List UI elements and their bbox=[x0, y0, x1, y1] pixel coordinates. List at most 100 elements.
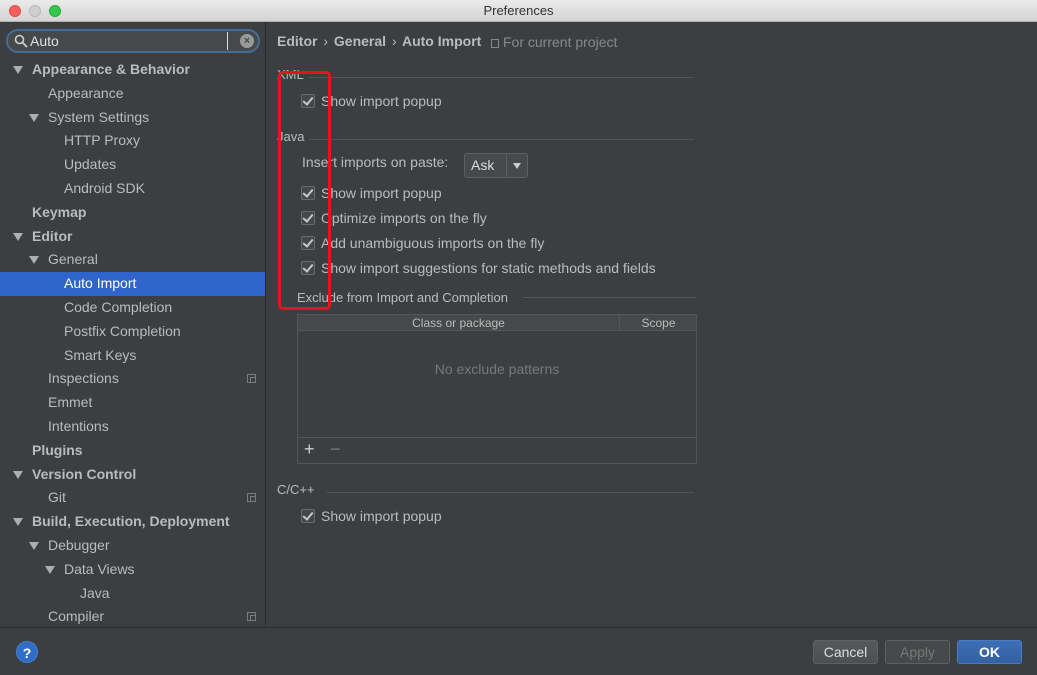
sidebar-item-editor[interactable]: Editor bbox=[0, 225, 265, 249]
table-header: Class or package Scope bbox=[298, 315, 696, 331]
sidebar-item-label: HTTP Proxy bbox=[64, 132, 140, 149]
sidebar-item-keymap[interactable]: Keymap bbox=[0, 201, 265, 225]
sidebar-item-label: Compiler bbox=[48, 608, 105, 625]
sidebar-item-build-execution-deployment[interactable]: Build, Execution, Deployment bbox=[0, 510, 265, 534]
project-scope-note: For current project bbox=[491, 34, 617, 50]
java-show-popup-label: Show import popup bbox=[321, 185, 442, 201]
optimize-imports-label: Optimize imports on the fly bbox=[321, 210, 487, 226]
ok-button[interactable]: OK bbox=[957, 640, 1022, 664]
sidebar-item-appearance[interactable]: Appearance bbox=[0, 82, 265, 106]
exclude-divider bbox=[523, 297, 696, 298]
sidebar-item-compiler[interactable]: Compiler bbox=[0, 605, 265, 627]
sidebar-item-java[interactable]: Java bbox=[0, 582, 265, 606]
xml-divider bbox=[309, 77, 694, 78]
sidebar-item-code-completion[interactable]: Code Completion bbox=[0, 296, 265, 320]
sidebar-item-label: Java bbox=[80, 584, 110, 601]
table-toolbar: + − bbox=[298, 437, 696, 463]
java-divider bbox=[309, 139, 694, 140]
exclude-patterns-table[interactable]: Class or package Scope No exclude patter… bbox=[297, 314, 697, 464]
expand-arrow-icon[interactable] bbox=[29, 113, 39, 122]
search-box: × bbox=[6, 29, 260, 53]
sidebar-item-intentions[interactable]: Intentions bbox=[0, 415, 265, 439]
auto-import-panel: Editor › General › Auto Import For curre… bbox=[267, 22, 1037, 627]
breadcrumb: Editor › General › Auto Import bbox=[277, 33, 481, 49]
sidebar-item-label: Postfix Completion bbox=[64, 322, 181, 339]
sidebar-item-label: Code Completion bbox=[64, 298, 173, 315]
expand-arrow-icon[interactable] bbox=[13, 518, 23, 527]
cpp-show-popup-label: Show import popup bbox=[321, 508, 442, 524]
sidebar-item-smart-keys[interactable]: Smart Keys bbox=[0, 344, 265, 368]
empty-table-message: No exclude patterns bbox=[434, 361, 560, 377]
sidebar-item-emmet[interactable]: Emmet bbox=[0, 391, 265, 415]
sidebar-item-http-proxy[interactable]: HTTP Proxy bbox=[0, 129, 265, 153]
sidebar-item-label: Appearance & Behavior bbox=[32, 61, 190, 77]
expand-arrow-icon[interactable] bbox=[13, 470, 23, 479]
sidebar-item-updates[interactable]: Updates bbox=[0, 153, 265, 177]
static-suggestions-checkbox[interactable]: Show import suggestions for static metho… bbox=[301, 258, 656, 278]
column-header-scope[interactable]: Scope bbox=[621, 315, 696, 331]
breadcrumb-separator: › bbox=[323, 33, 329, 49]
expand-arrow-icon[interactable] bbox=[13, 66, 23, 74]
sidebar-item-data-views[interactable]: Data Views bbox=[0, 558, 265, 582]
breadcrumb-general: General bbox=[333, 33, 387, 49]
sidebar-item-general[interactable]: General bbox=[0, 248, 265, 272]
unambiguous-imports-checkbox[interactable]: Add unambiguous imports on the fly bbox=[301, 233, 544, 253]
project-note-text: For current project bbox=[503, 34, 618, 50]
cpp-section-title: C/C++ bbox=[277, 482, 315, 497]
sidebar-item-android-sdk[interactable]: Android SDK bbox=[0, 177, 265, 201]
remove-icon[interactable]: − bbox=[330, 439, 341, 460]
project-scope-icon bbox=[247, 493, 256, 503]
sidebar-item-label: System Settings bbox=[48, 108, 150, 125]
sidebar-item-label: Editor bbox=[32, 227, 73, 244]
dialog-footer: ? Cancel Apply OK bbox=[0, 627, 1037, 675]
clear-search-icon[interactable]: × bbox=[240, 34, 254, 48]
sidebar-item-auto-import[interactable]: Auto Import bbox=[0, 272, 265, 296]
sidebar-item-plugins[interactable]: Plugins bbox=[0, 439, 265, 463]
sidebar-item-label: Auto Import bbox=[64, 275, 137, 292]
expand-arrow-icon[interactable] bbox=[29, 256, 39, 265]
cancel-button[interactable]: Cancel bbox=[813, 640, 878, 664]
add-icon[interactable]: + bbox=[304, 439, 315, 460]
project-icon bbox=[491, 39, 499, 48]
sidebar-item-label: Appearance bbox=[48, 84, 124, 101]
sidebar-item-label: Keymap bbox=[32, 203, 87, 220]
sidebar-item-system-settings[interactable]: System Settings bbox=[0, 106, 265, 130]
unambiguous-imports-label: Add unambiguous imports on the fly bbox=[321, 235, 545, 251]
settings-tree: Appearance & Behavior Appearance System Se… bbox=[0, 58, 265, 627]
search-input[interactable] bbox=[28, 32, 228, 50]
breadcrumb-editor: Editor bbox=[277, 33, 318, 49]
cpp-show-popup-checkbox[interactable]: Show import popup bbox=[301, 506, 442, 526]
project-scope-icon bbox=[247, 612, 256, 622]
sidebar-item-label: Updates bbox=[64, 156, 117, 173]
sidebar-item-label: Git bbox=[48, 489, 66, 506]
sidebar-item-debugger[interactable]: Debugger bbox=[0, 534, 265, 558]
apply-button[interactable]: Apply bbox=[885, 640, 950, 664]
column-header-class[interactable]: Class or package bbox=[298, 315, 620, 331]
static-suggestions-label: Show import suggestions for static metho… bbox=[321, 260, 656, 276]
sidebar-item-git[interactable]: Git bbox=[0, 486, 265, 510]
sidebar-item-label: Version Control bbox=[32, 465, 137, 482]
checkbox-checked[interactable] bbox=[301, 509, 315, 523]
sidebar-item-inspections[interactable]: Inspections bbox=[0, 367, 265, 391]
red-annotation-box bbox=[278, 71, 331, 310]
expand-arrow-icon[interactable] bbox=[29, 541, 39, 550]
sidebar-item-postfix-completion[interactable]: Postfix Completion bbox=[0, 320, 265, 344]
sidebar-item-label: Build, Execution, Deployment bbox=[32, 513, 230, 530]
expand-arrow-icon[interactable] bbox=[45, 565, 55, 574]
sidebar-item-label: Inspections bbox=[48, 370, 119, 387]
help-button[interactable]: ? bbox=[16, 641, 38, 663]
sidebar-item-label: Intentions bbox=[48, 417, 109, 434]
sidebar-item-label: Plugins bbox=[32, 441, 83, 458]
paste-imports-select[interactable]: Ask bbox=[464, 153, 528, 178]
paste-imports-value: Ask bbox=[471, 157, 495, 173]
sidebar-item-label: Emmet bbox=[48, 394, 93, 411]
sidebar-item-label: Data Views bbox=[64, 560, 135, 577]
sidebar-item-appearance-behavior[interactable]: Appearance & Behavior bbox=[0, 58, 265, 82]
xml-show-popup-label: Show import popup bbox=[321, 93, 442, 109]
expand-arrow-icon[interactable] bbox=[13, 232, 23, 241]
search-icon bbox=[14, 34, 28, 48]
sidebar-item-version-control[interactable]: Version Control bbox=[0, 463, 265, 487]
dropdown-caret-icon bbox=[513, 163, 521, 169]
title-bar: Preferences bbox=[0, 0, 1037, 22]
breadcrumb-separator: › bbox=[391, 33, 397, 49]
